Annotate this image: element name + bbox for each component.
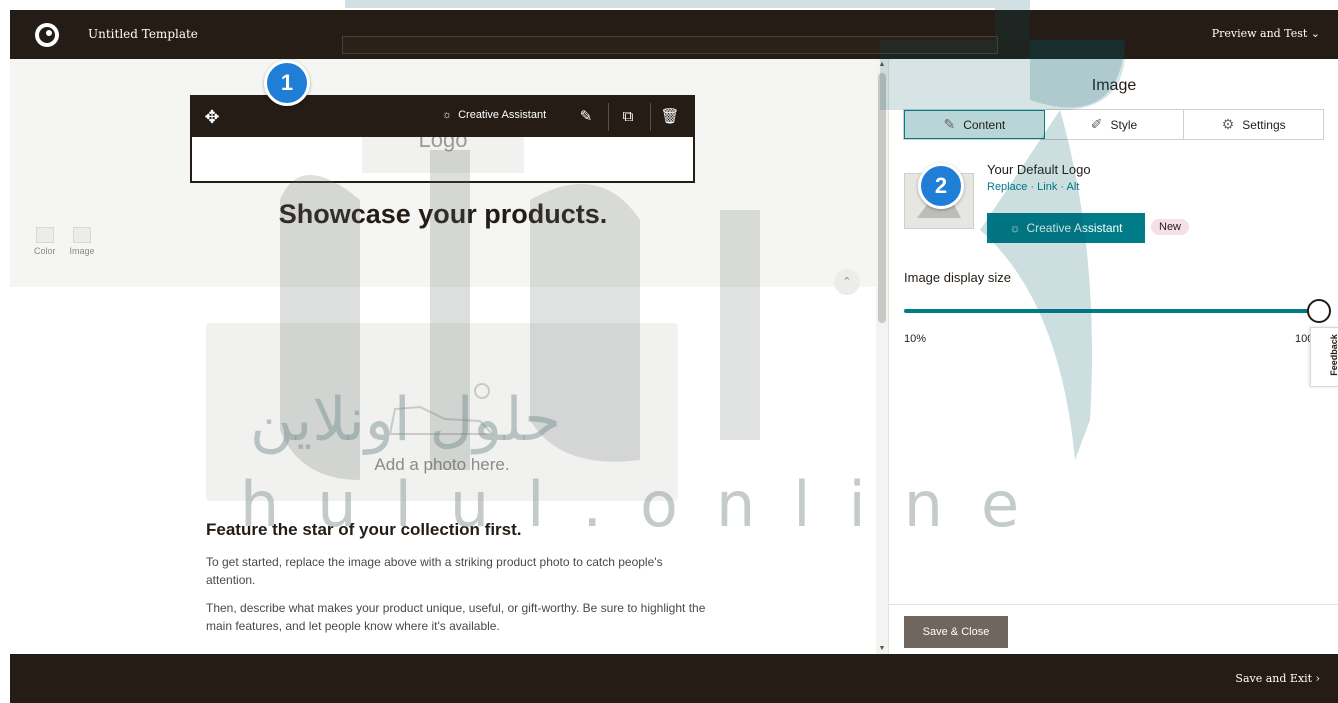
tab-style[interactable]: ✐ Style bbox=[1045, 110, 1185, 139]
background-tools: Color Image bbox=[34, 227, 95, 256]
alt-link[interactable]: Alt bbox=[1067, 181, 1080, 193]
toolbar-creative-assistant-label: Creative Assistant bbox=[458, 109, 547, 121]
duplicate-icon[interactable]: ⧉ bbox=[618, 107, 638, 127]
chevron-down-icon: ⌄ bbox=[1310, 27, 1320, 40]
panel-tabs: ✎ Content ✐ Style ⚙ Settings bbox=[903, 109, 1324, 140]
preview-and-test-button[interactable]: Preview and Test ⌄ bbox=[1212, 27, 1320, 40]
creative-assistant-label: Creative Assistant bbox=[1026, 221, 1123, 235]
feature-title[interactable]: Feature the star of your collection firs… bbox=[206, 520, 522, 540]
save-and-exit-button[interactable]: Save and Exit › bbox=[1235, 672, 1320, 685]
toolbar-divider bbox=[608, 103, 609, 131]
slider-min-label: 10% bbox=[904, 333, 927, 345]
top-bar-field bbox=[342, 36, 998, 54]
block-toolbar: ✥ ☼ Creative Assistant ✎ ⧉ 🗑 bbox=[192, 97, 693, 137]
toolbar-creative-assistant-button[interactable]: ☼ Creative Assistant bbox=[442, 109, 546, 121]
delete-icon[interactable]: 🗑 bbox=[660, 107, 680, 127]
creative-assistant-button[interactable]: ☼ Creative Assistant bbox=[987, 213, 1145, 243]
background-image-tool[interactable]: Image bbox=[70, 227, 95, 256]
mailchimp-logo-icon[interactable] bbox=[32, 21, 62, 49]
email-canvas: Color Image Logo ✥ ☼ Creative Assistant … bbox=[10, 59, 876, 654]
new-badge: New bbox=[1151, 219, 1190, 235]
logo-links: Replace · Link · Alt bbox=[987, 181, 1079, 193]
feedback-tab[interactable]: Feedback bbox=[1310, 327, 1338, 387]
edit-icon[interactable]: ✎ bbox=[576, 107, 596, 127]
tab-settings[interactable]: ⚙ Settings bbox=[1184, 110, 1323, 139]
chevron-right-icon: › bbox=[1315, 672, 1320, 685]
callout-badge-2: 2 bbox=[918, 163, 964, 209]
color-tool-label: Color bbox=[34, 246, 56, 256]
feedback-label: Feedback bbox=[1328, 334, 1338, 376]
scroll-up-icon[interactable]: ▲ bbox=[876, 61, 888, 68]
panel-divider bbox=[889, 604, 1338, 605]
photo-label: Add a photo here. bbox=[374, 455, 510, 474]
save-close-button[interactable]: Save & Close bbox=[904, 616, 1008, 648]
callout-badge-1: 1 bbox=[264, 60, 310, 106]
panel-title: Image bbox=[1091, 77, 1137, 94]
logo-name: Your Default Logo bbox=[987, 162, 1091, 177]
link-separator: · bbox=[1030, 181, 1035, 193]
sparkle-icon: ☼ bbox=[1009, 221, 1021, 235]
logo-block[interactable]: Logo ✥ ☼ Creative Assistant ✎ ⧉ 🗑 bbox=[190, 95, 695, 183]
preview-label: Preview and Test bbox=[1211, 27, 1308, 40]
tab-style-label: Style bbox=[1110, 117, 1138, 132]
shoe-icon bbox=[388, 383, 495, 435]
body-paragraph-1[interactable]: To get started, replace the image above … bbox=[206, 553, 706, 589]
display-size-slider[interactable] bbox=[904, 309, 1322, 313]
body-paragraph-2[interactable]: Then, describe what makes your product u… bbox=[206, 599, 706, 635]
top-bar: Untitled Template Preview and Test ⌄ bbox=[10, 10, 1338, 59]
tab-content[interactable]: ✎ Content bbox=[904, 110, 1045, 139]
background-color-tool[interactable]: Color bbox=[34, 227, 56, 256]
save-exit-label: Save and Exit bbox=[1235, 672, 1313, 685]
display-size-label: Image display size bbox=[904, 270, 1011, 285]
link-separator: · bbox=[1060, 181, 1065, 193]
gear-icon: ⚙ bbox=[1221, 116, 1235, 132]
replace-link[interactable]: Replace bbox=[987, 181, 1027, 193]
tab-content-label: Content bbox=[963, 117, 1006, 132]
canvas-scrollbar[interactable]: ▲ ▼ bbox=[876, 59, 888, 654]
move-icon[interactable]: ✥ bbox=[202, 107, 222, 127]
collapse-arrow-icon[interactable]: ⌃ bbox=[834, 269, 860, 295]
slider-handle[interactable] bbox=[1307, 299, 1331, 323]
headline[interactable]: Showcase your products. bbox=[10, 199, 876, 230]
template-title[interactable]: Untitled Template bbox=[88, 27, 198, 41]
scrollbar-thumb[interactable] bbox=[878, 73, 886, 323]
bottom-bar: Save and Exit › bbox=[10, 654, 1338, 703]
toolbar-divider bbox=[650, 103, 651, 131]
scroll-down-icon[interactable]: ▼ bbox=[876, 645, 888, 652]
edit-list-icon: ✎ bbox=[943, 116, 956, 132]
tab-settings-label: Settings bbox=[1242, 117, 1286, 132]
sparkle-icon: ☼ bbox=[442, 109, 453, 121]
paint-icon: ✐ bbox=[1090, 116, 1103, 132]
link-link[interactable]: Link bbox=[1037, 181, 1057, 193]
image-settings-panel: Image ✎ Content ✐ Style ⚙ Settings Your … bbox=[888, 59, 1338, 654]
slider-max-label: 100% bbox=[1295, 333, 1311, 345]
image-tool-label: Image bbox=[69, 246, 95, 256]
photo-placeholder[interactable]: Add a photo here. bbox=[206, 323, 678, 501]
